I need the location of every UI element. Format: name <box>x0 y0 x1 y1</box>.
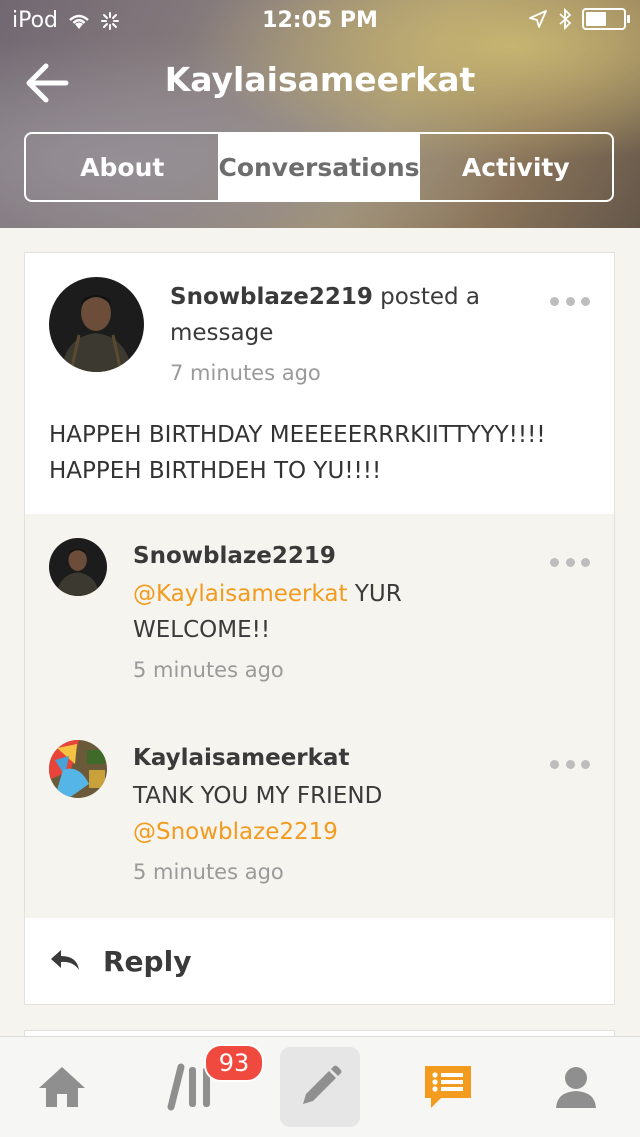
bottom-nav: 93 <box>0 1036 640 1137</box>
reply-item: Snowblaze2219 @Kaylaisameerkat YUR WELCO… <box>133 538 513 688</box>
location-arrow-icon <box>529 10 547 28</box>
status-right <box>528 8 630 30</box>
compose-icon <box>303 1065 342 1104</box>
profile-icon <box>556 1067 596 1108</box>
tab-conversations[interactable]: Conversations <box>218 134 420 200</box>
status-bar: iPod 12:05 PM <box>0 0 640 40</box>
post-body-line: HAPPEH BIRTHDAY MEEEEERRRKIITTYYY!!!! <box>49 422 546 448</box>
reply-item: Kaylaisameerkat TANK YOU MY FRIEND @Snow… <box>133 740 513 890</box>
post-timestamp: 7 minutes ago <box>170 361 321 385</box>
reply-more-icon[interactable] <box>550 760 590 772</box>
replies-section: Snowblaze2219 @Kaylaisameerkat YUR WELCO… <box>25 514 614 918</box>
avatar-image <box>49 538 107 596</box>
notification-badge: 93 <box>204 1044 264 1082</box>
reply-body: TANK YOU MY FRIEND @Snowblaze2219 <box>133 778 513 850</box>
mention-link[interactable]: @Snowblaze2219 <box>133 819 338 845</box>
post-author[interactable]: Snowblaze2219 <box>170 284 373 310</box>
reply-author[interactable]: Snowblaze2219 <box>133 538 513 574</box>
post-body: HAPPEH BIRTHDAY MEEEEERRRKIITTYYY!!!! HA… <box>49 417 589 489</box>
reply-arrow-icon <box>51 950 79 970</box>
nav-home[interactable] <box>22 1047 102 1127</box>
reply-more-icon[interactable] <box>550 558 590 570</box>
conversation-card: Snowblaze2219 posted a message 7 minutes… <box>24 252 615 1005</box>
nav-conversations[interactable] <box>408 1047 488 1127</box>
home-icon <box>39 1067 85 1107</box>
tab-activity[interactable]: Activity <box>420 134 612 200</box>
avatar[interactable] <box>49 538 107 596</box>
reply-timestamp: 5 minutes ago <box>133 860 284 884</box>
reply-text: TANK YOU MY FRIEND <box>133 783 383 809</box>
mention-link[interactable]: @Kaylaisameerkat <box>133 581 348 607</box>
battery-icon <box>582 8 630 30</box>
avatar-image <box>49 740 107 798</box>
nav-compose[interactable] <box>280 1047 360 1127</box>
profile-header: iPod 12:05 PM Kaylaisameerkat About Conv… <box>0 0 640 228</box>
conversations-icon <box>425 1066 471 1108</box>
tab-about[interactable]: About <box>26 134 218 200</box>
post-body-line: HAPPEH BIRTHDEH TO YU!!!! <box>49 458 382 484</box>
reply-body: @Kaylaisameerkat YUR WELCOME!! <box>133 576 513 648</box>
post-more-icon[interactable] <box>550 297 590 309</box>
profile-tabs: About Conversations Activity <box>24 132 614 202</box>
reply-label: Reply <box>103 944 192 978</box>
avatar-image <box>49 277 144 372</box>
page-title: Kaylaisameerkat <box>164 60 476 99</box>
reply-author[interactable]: Kaylaisameerkat <box>133 740 513 776</box>
battery-level <box>586 12 606 26</box>
avatar[interactable] <box>49 740 107 798</box>
nav-profile[interactable] <box>536 1047 616 1127</box>
post-header: Snowblaze2219 posted a message 7 minutes… <box>170 279 530 391</box>
avatar[interactable] <box>49 277 144 372</box>
bluetooth-icon <box>559 8 572 30</box>
reply-button[interactable]: Reply <box>25 918 614 1004</box>
reply-timestamp: 5 minutes ago <box>133 658 284 682</box>
